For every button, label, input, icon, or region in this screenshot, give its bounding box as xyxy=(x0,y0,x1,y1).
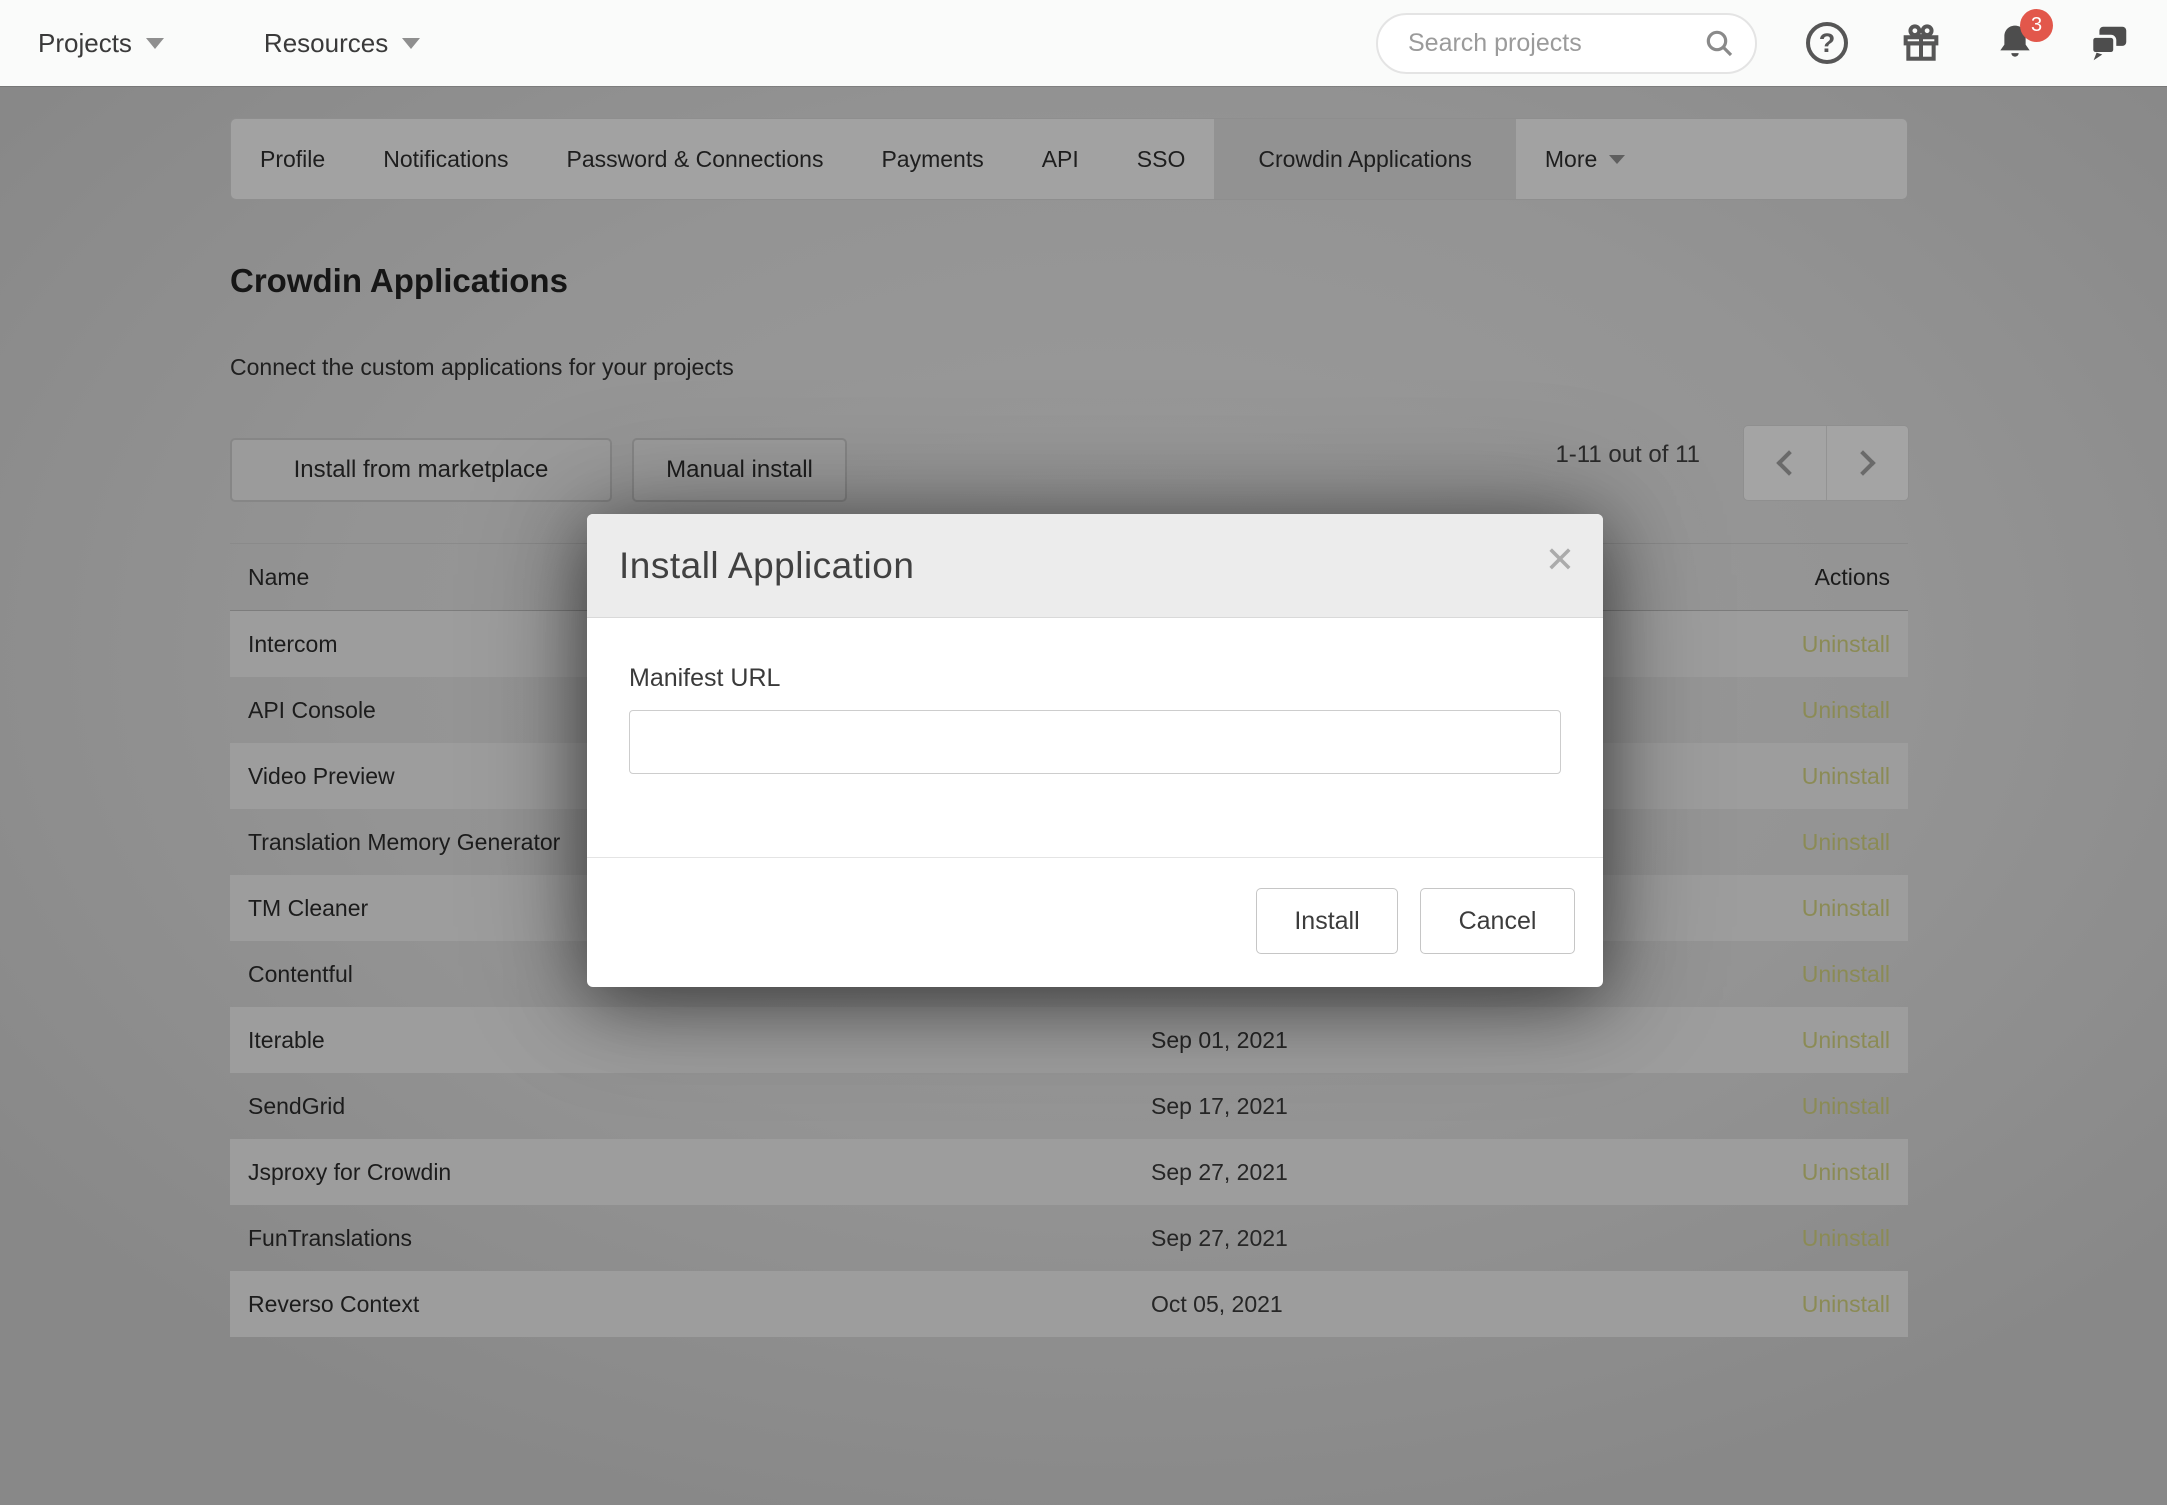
uninstall-link[interactable]: Uninstall xyxy=(1802,697,1890,723)
uninstall-link[interactable]: Uninstall xyxy=(1802,1027,1890,1053)
installed-date: Sep 27, 2021 xyxy=(1151,1225,1571,1252)
tab-crowdin-applications[interactable]: Crowdin Applications xyxy=(1214,119,1516,199)
table-row: FunTranslations Sep 27, 2021 Uninstall xyxy=(230,1205,1908,1271)
chevron-down-icon xyxy=(146,38,164,49)
table-row: Iterable Sep 01, 2021 Uninstall xyxy=(230,1007,1908,1073)
manifest-url-label: Manifest URL xyxy=(629,664,780,693)
cancel-button[interactable]: Cancel xyxy=(1420,888,1575,954)
projects-menu[interactable]: Projects xyxy=(38,28,164,59)
chevron-left-icon xyxy=(1776,450,1801,475)
tab-sso[interactable]: SSO xyxy=(1108,119,1215,199)
uninstall-link[interactable]: Uninstall xyxy=(1802,631,1890,657)
modal-header: Install Application ✕ xyxy=(587,514,1603,618)
resources-menu-label: Resources xyxy=(264,28,388,59)
tab-api[interactable]: API xyxy=(1013,119,1108,199)
projects-menu-label: Projects xyxy=(38,28,132,59)
messages-button[interactable] xyxy=(2085,19,2133,67)
table-row: Reverso Context Oct 05, 2021 Uninstall xyxy=(230,1271,1908,1337)
installed-date: Oct 05, 2021 xyxy=(1151,1291,1571,1318)
gift-icon xyxy=(1898,20,1944,66)
tab-profile[interactable]: Profile xyxy=(231,119,354,199)
uninstall-link[interactable]: Uninstall xyxy=(1802,1291,1890,1317)
next-page-button[interactable] xyxy=(1826,426,1909,500)
modal-body: Manifest URL xyxy=(587,618,1603,857)
uninstall-link[interactable]: Uninstall xyxy=(1802,1093,1890,1119)
topbar: Projects Resources ? xyxy=(0,0,2167,86)
tab-payments[interactable]: Payments xyxy=(852,119,1012,199)
modal-footer: Install Cancel xyxy=(587,857,1603,986)
uninstall-link[interactable]: Uninstall xyxy=(1802,895,1890,921)
page-title: Crowdin Applications xyxy=(230,262,568,300)
app-name: SendGrid xyxy=(230,1093,1151,1120)
notification-badge: 3 xyxy=(2020,9,2053,42)
manual-install-button[interactable]: Manual install xyxy=(632,438,847,502)
topbar-actions: ? 3 xyxy=(1376,13,2133,74)
app-name: Iterable xyxy=(230,1027,1151,1054)
pagination-label: 1-11 out of 11 xyxy=(1555,441,1700,469)
uninstall-link[interactable]: Uninstall xyxy=(1802,763,1890,789)
uninstall-link[interactable]: Uninstall xyxy=(1802,961,1890,987)
chevron-right-icon xyxy=(1851,450,1876,475)
gifts-button[interactable] xyxy=(1897,19,1945,67)
table-row: Jsproxy for Crowdin Sep 27, 2021 Uninsta… xyxy=(230,1139,1908,1205)
app-name: Reverso Context xyxy=(230,1291,1151,1318)
install-from-marketplace-button[interactable]: Install from marketplace xyxy=(230,438,612,502)
column-header-actions: Actions xyxy=(1571,564,1908,591)
tab-more[interactable]: More xyxy=(1516,119,1654,199)
manifest-url-input[interactable] xyxy=(629,710,1561,774)
chevron-down-icon xyxy=(1609,155,1625,164)
installed-date: Sep 17, 2021 xyxy=(1151,1093,1571,1120)
uninstall-link[interactable]: Uninstall xyxy=(1802,1159,1890,1185)
chat-icon xyxy=(2086,20,2132,66)
install-button[interactable]: Install xyxy=(1256,888,1398,954)
uninstall-link[interactable]: Uninstall xyxy=(1802,829,1890,855)
tab-password-connections[interactable]: Password & Connections xyxy=(537,119,852,199)
help-button[interactable]: ? xyxy=(1803,19,1851,67)
table-row: SendGrid Sep 17, 2021 Uninstall xyxy=(230,1073,1908,1139)
modal-title: Install Application xyxy=(619,545,914,587)
tab-notifications[interactable]: Notifications xyxy=(354,119,537,199)
uninstall-link[interactable]: Uninstall xyxy=(1802,1225,1890,1251)
search-input[interactable] xyxy=(1376,13,1757,74)
installed-date: Sep 27, 2021 xyxy=(1151,1159,1571,1186)
settings-tabs: Profile Notifications Password & Connect… xyxy=(230,118,1908,200)
notifications-button[interactable]: 3 xyxy=(1991,19,2039,67)
install-application-modal: Install Application ✕ Manifest URL Insta… xyxy=(587,514,1603,987)
installed-date: Sep 01, 2021 xyxy=(1151,1027,1571,1054)
pagination-controls xyxy=(1743,425,1909,501)
app-name: Jsproxy for Crowdin xyxy=(230,1159,1151,1186)
app-name: FunTranslations xyxy=(230,1225,1151,1252)
search-box xyxy=(1376,13,1757,74)
search-icon[interactable] xyxy=(1703,27,1735,59)
help-icon: ? xyxy=(1806,22,1848,64)
chevron-down-icon xyxy=(402,38,420,49)
resources-menu[interactable]: Resources xyxy=(264,28,420,59)
close-icon[interactable]: ✕ xyxy=(1545,542,1575,578)
page-subtitle: Connect the custom applications for your… xyxy=(230,354,734,381)
previous-page-button[interactable] xyxy=(1744,426,1826,500)
